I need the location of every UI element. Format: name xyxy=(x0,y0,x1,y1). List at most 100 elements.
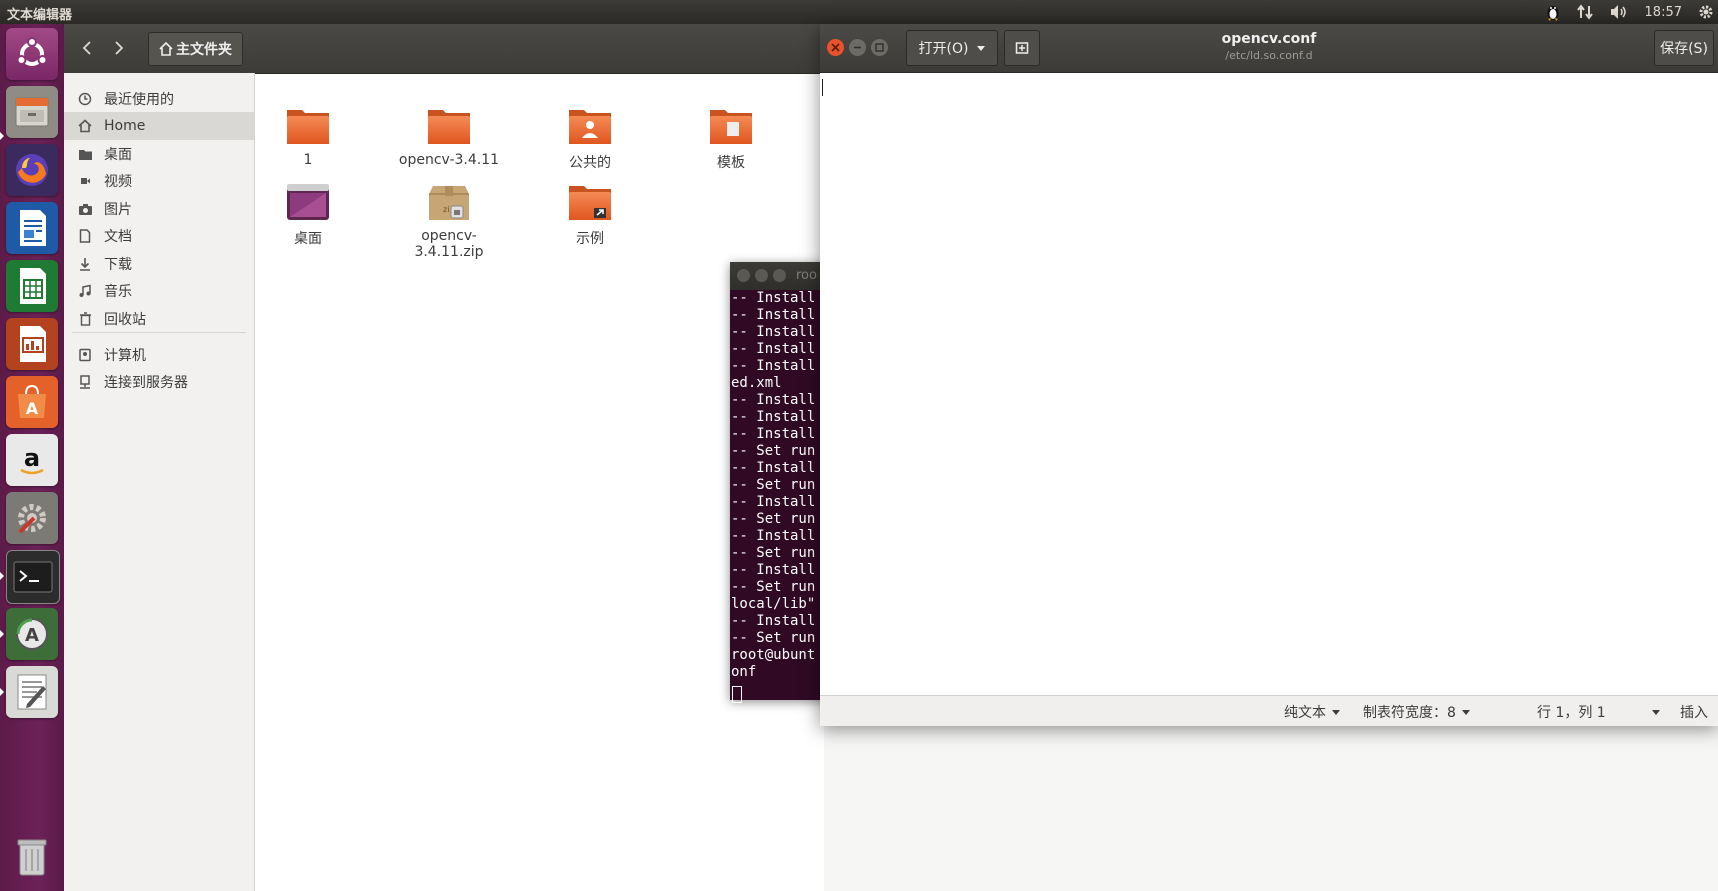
sidebar-item[interactable]: 下载 xyxy=(64,250,254,278)
firefox-icon[interactable] xyxy=(6,144,58,196)
gear-icon[interactable] xyxy=(1698,4,1714,20)
calc-icon[interactable] xyxy=(6,260,58,312)
trash-icon[interactable] xyxy=(6,830,58,882)
writer-icon[interactable] xyxy=(6,202,58,254)
file-item[interactable]: 1 xyxy=(248,104,368,168)
system-tray: 18:57 xyxy=(1537,0,1718,24)
file-item[interactable]: 公共的 xyxy=(530,104,650,172)
sidebar-item-label: 计算机 xyxy=(104,348,146,364)
top-panel: 文本编辑器 18:57 xyxy=(0,0,1718,24)
sidebar-item[interactable]: 桌面 xyxy=(64,140,254,168)
amazon-icon[interactable]: a xyxy=(6,434,58,486)
chevron-down-icon xyxy=(1461,709,1470,715)
clock[interactable]: 18:57 xyxy=(1645,5,1682,20)
running-indicator xyxy=(0,572,4,580)
folder-icon xyxy=(425,104,473,148)
file-item-label: 模板 xyxy=(717,155,745,171)
files-icon[interactable] xyxy=(6,86,58,138)
network-icon[interactable] xyxy=(1576,4,1593,20)
file-manager-window: 主文件夹 最近使用的 Home 桌面 视频 图片 文档 下载 音乐 回收站 计算机 连接到服务器 1… xyxy=(64,24,824,891)
home-icon xyxy=(159,42,173,56)
text-editor-icon[interactable] xyxy=(6,666,58,718)
sidebar-item[interactable]: 最近使用的 xyxy=(64,85,254,113)
file-item-label: 桌面 xyxy=(294,231,322,247)
file-manager-header: 主文件夹 xyxy=(64,24,824,74)
folder-icon xyxy=(76,148,94,161)
file-item[interactable]: 模板 xyxy=(671,104,791,172)
impress-icon[interactable] xyxy=(6,318,58,370)
music-icon xyxy=(76,284,94,298)
file-item-label: 示例 xyxy=(576,231,604,247)
sidebar-item[interactable]: Home xyxy=(64,112,254,140)
tab-width-selector[interactable]: 制表符宽度：8 xyxy=(1363,702,1470,722)
save-button[interactable]: 保存(S) xyxy=(1654,30,1714,66)
folder-icon xyxy=(284,104,332,148)
sidebar-item-label: 下载 xyxy=(104,257,132,273)
sidebar-item-label: 最近使用的 xyxy=(104,92,174,108)
editor-text-area[interactable] xyxy=(820,73,1718,695)
cursor-position-label: 行 1，列 1 xyxy=(1537,705,1606,721)
file-item[interactable]: 示例 xyxy=(530,180,650,248)
sidebar-item[interactable]: 音乐 xyxy=(64,277,254,305)
sidebar-item-label: 音乐 xyxy=(104,284,132,300)
text-editor-window: 打开(O) opencv.conf /etc/ld.so.conf.d 保存(S… xyxy=(820,24,1718,726)
forward-button[interactable] xyxy=(104,31,134,65)
templates-folder-icon xyxy=(707,104,755,148)
file-item-label: 公共的 xyxy=(569,155,611,171)
sidebar-item-label: 桌面 xyxy=(104,147,132,163)
terminal-icon[interactable] xyxy=(6,550,60,604)
running-indicator xyxy=(0,132,4,140)
active-app-title: 文本编辑器 xyxy=(7,8,73,23)
launcher: A a A xyxy=(0,24,65,891)
terminal-minimize-button[interactable] xyxy=(755,269,768,282)
sidebar-item-label: 文档 xyxy=(104,229,132,245)
running-indicator xyxy=(0,688,4,696)
svg-text:zi: zi xyxy=(443,205,449,214)
video-icon xyxy=(76,174,94,188)
software-center-icon[interactable]: A xyxy=(6,376,58,428)
home-icon xyxy=(76,119,94,133)
chevron-down-icon xyxy=(1651,709,1660,715)
text-caret xyxy=(822,79,823,96)
sidebar-item[interactable]: 连接到服务器 xyxy=(64,368,254,396)
updater-icon[interactable]: A xyxy=(6,608,58,660)
sidebar-item[interactable]: 计算机 xyxy=(64,341,254,369)
terminal-title: roo xyxy=(796,268,817,283)
file-item[interactable]: opencv-3.4.11 xyxy=(389,104,509,168)
sidebar-item[interactable]: 视频 xyxy=(64,167,254,195)
sidebar-item[interactable]: 回收站 xyxy=(64,305,254,333)
sidebar-item[interactable]: 图片 xyxy=(64,195,254,223)
insert-mode-label[interactable]: 插入 xyxy=(1680,702,1708,722)
camera-icon xyxy=(76,203,94,216)
file-item[interactable]: 桌面 xyxy=(248,180,368,248)
document-path: /etc/ld.so.conf.d xyxy=(1225,49,1313,62)
file-item[interactable]: zi opencv-3.4.11.zip xyxy=(389,180,509,260)
text-editor-headerbar: 打开(O) opencv.conf /etc/ld.so.conf.d 保存(S… xyxy=(820,24,1718,73)
sidebar-item-label: Home xyxy=(104,118,146,134)
sidebar-item-label: 回收站 xyxy=(104,312,146,328)
svg-text:a: a xyxy=(24,444,40,472)
qq-penguin-icon[interactable] xyxy=(1545,3,1561,21)
file-item-label: 1 xyxy=(303,152,313,168)
path-bar-home-button[interactable]: 主文件夹 xyxy=(148,32,243,66)
document-icon xyxy=(76,229,94,243)
clock-icon xyxy=(76,92,94,106)
download-icon xyxy=(76,257,94,271)
running-indicator xyxy=(0,630,4,638)
sidebar-item[interactable]: 文档 xyxy=(64,222,254,250)
back-button[interactable] xyxy=(72,31,102,65)
places-sidebar: 最近使用的 Home 桌面视频 图片文档下载音乐回收站计算机连接到服务器 xyxy=(64,73,255,891)
chevron-down-icon xyxy=(1332,709,1340,715)
svg-text:A: A xyxy=(26,399,39,418)
status-bar: 纯文本 制表符宽度：8 行 1，列 1 插入 xyxy=(820,695,1718,726)
volume-icon[interactable] xyxy=(1609,4,1629,20)
terminal-close-button[interactable] xyxy=(737,269,750,282)
ubuntu-logo-icon[interactable] xyxy=(6,28,58,80)
terminal-maximize-button[interactable] xyxy=(773,269,786,282)
settings-icon[interactable] xyxy=(6,492,58,544)
desktop-folder-icon xyxy=(284,180,332,224)
file-item-label: opencv-3.4.11 xyxy=(398,152,500,168)
examples-folder-icon xyxy=(566,180,614,224)
syntax-selector[interactable]: 纯文本 xyxy=(1284,702,1340,722)
cursor-position-selector[interactable]: 行 1，列 1 xyxy=(1537,702,1660,722)
